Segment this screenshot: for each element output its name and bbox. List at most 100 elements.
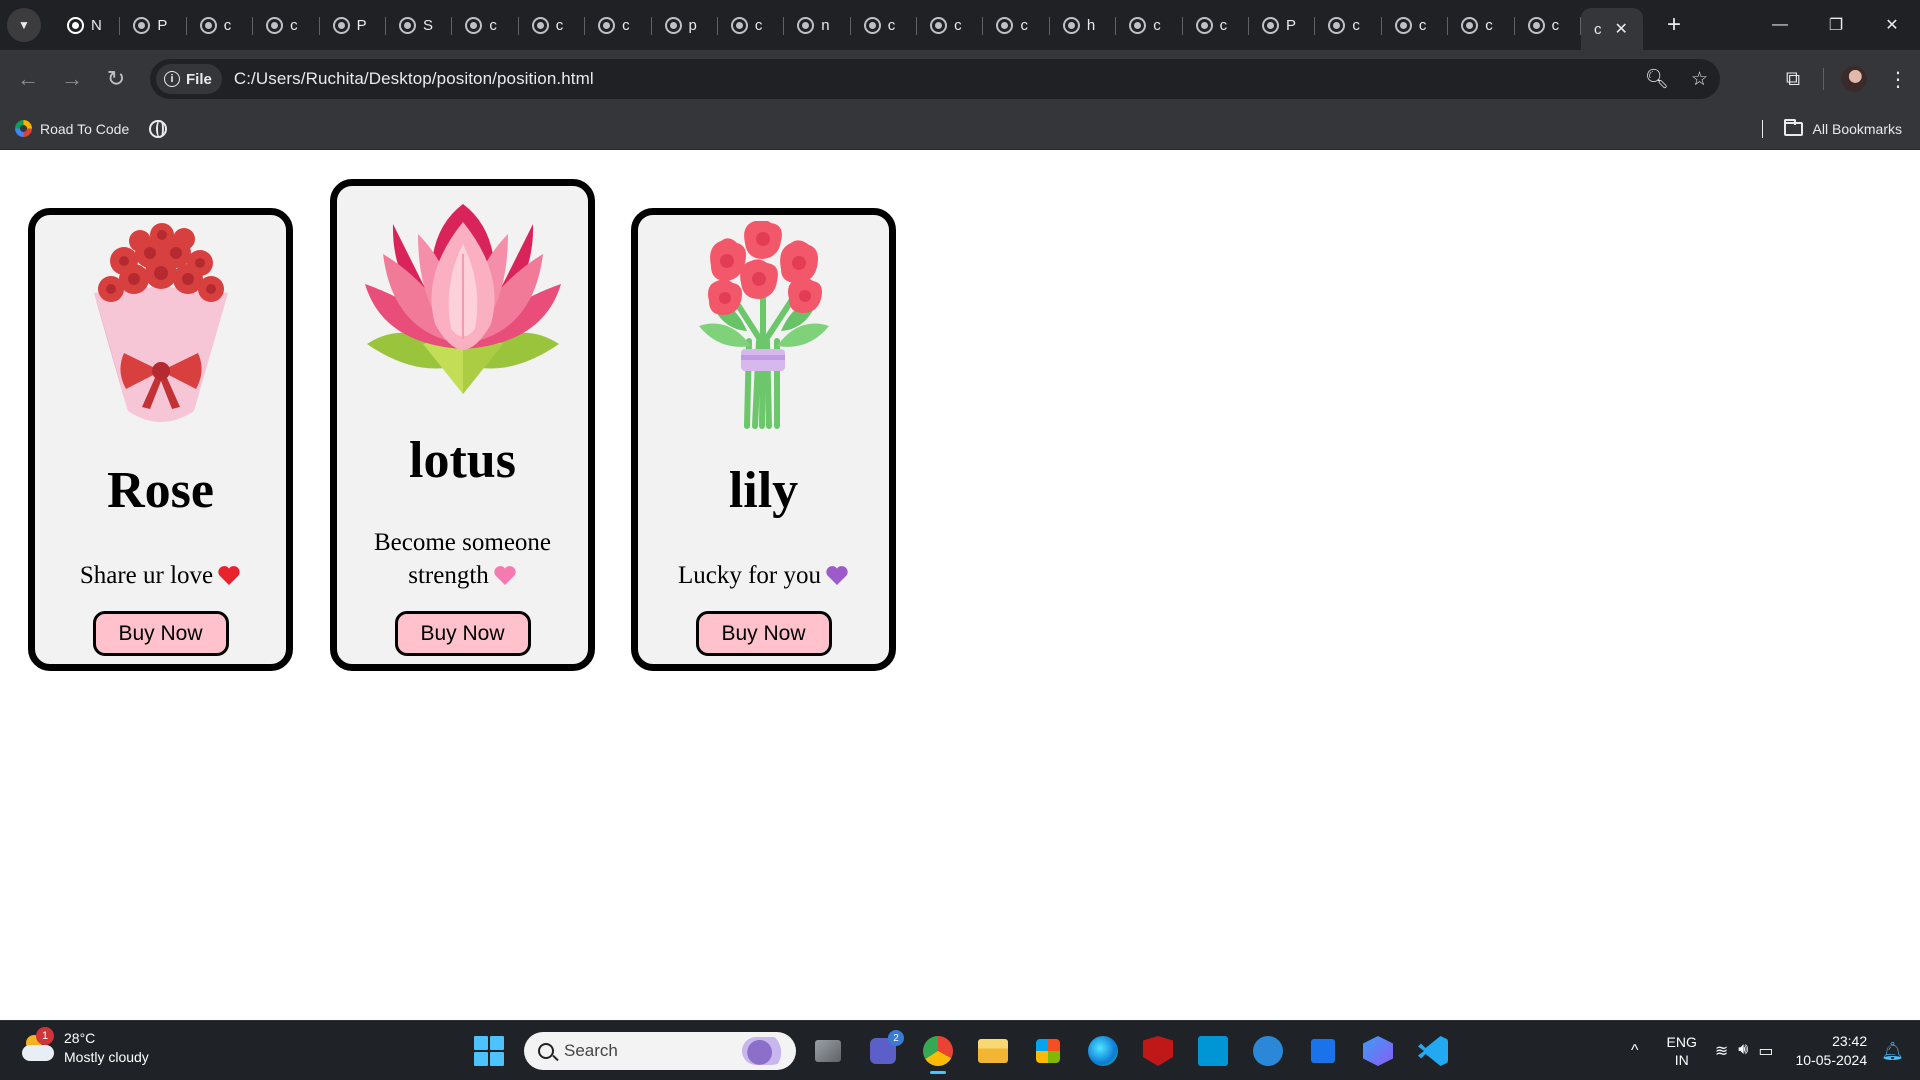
azure-vpn-icon[interactable]	[1300, 1028, 1346, 1074]
notification-bell-icon[interactable]: 🔔︎	[1881, 1041, 1904, 1062]
browser-tab[interactable]: p	[652, 0, 719, 50]
quick-settings[interactable]: ≋ 🔊︎ ▭	[1715, 1041, 1774, 1061]
globe-favicon-icon	[1394, 16, 1412, 34]
buy-now-button[interactable]: Buy Now	[394, 611, 531, 656]
url-text[interactable]: C:/Users/Ruchita/Desktop/positon/positio…	[234, 69, 594, 89]
profile-button[interactable]	[1832, 57, 1876, 101]
extensions-button[interactable]: ⧉	[1771, 57, 1815, 101]
restore-button[interactable]: ❐	[1808, 0, 1864, 50]
all-bookmarks-button[interactable]: All Bookmarks	[1761, 108, 1902, 150]
windows-start-icon[interactable]	[474, 1036, 504, 1066]
tab-title: c	[1219, 16, 1228, 34]
reload-icon: ↻	[106, 66, 126, 91]
browser-tab[interactable]: c	[851, 0, 918, 50]
teams-icon[interactable]: 2	[860, 1028, 906, 1074]
browser-tab[interactable]: n	[784, 0, 852, 50]
globe-favicon-icon	[133, 16, 151, 34]
site-info-label: File	[186, 70, 212, 88]
mcafee-icon[interactable]	[1135, 1028, 1181, 1074]
menu-button[interactable]: ⋮	[1876, 57, 1920, 101]
tab-title: c	[1551, 16, 1560, 34]
road-to-code-logo-icon	[15, 120, 32, 137]
globe-favicon-icon	[797, 16, 815, 34]
tab-search-button[interactable]: ▼	[7, 8, 41, 42]
buy-now-button[interactable]: Buy Now	[92, 611, 229, 656]
bookmark-star-icon[interactable]: ☆	[1691, 68, 1708, 91]
weather-text: 28°C Mostly cloudy	[64, 1029, 149, 1067]
browser-tab[interactable]: P	[320, 0, 387, 50]
browser-tab[interactable]: h	[1050, 0, 1117, 50]
reload-button[interactable]: ↻	[94, 57, 138, 101]
address-bar[interactable]: i File C:/Users/Ruchita/Desktop/positon/…	[150, 59, 1720, 99]
chrome-icon[interactable]	[915, 1028, 961, 1074]
browser-tab[interactable]: c	[917, 0, 984, 50]
browser-tab[interactable]: c	[718, 0, 785, 50]
folder-icon	[1783, 119, 1803, 136]
copilot-icon[interactable]	[1355, 1028, 1401, 1074]
all-bookmarks-label: All Bookmarks	[1812, 121, 1902, 137]
globe-favicon-icon	[1062, 16, 1080, 34]
cloud-shape	[22, 1045, 54, 1061]
browser-tab[interactable]: c	[983, 0, 1051, 50]
minimize-button[interactable]: —	[1752, 0, 1808, 50]
edge-icon[interactable]	[1080, 1028, 1126, 1074]
clock[interactable]: 23:42 10-05-2024	[1796, 1032, 1868, 1070]
browser-tab[interactable]: c	[452, 0, 520, 50]
tab-title: c	[954, 16, 962, 34]
browser-tab[interactable]: c	[1183, 0, 1250, 50]
site-info-chip[interactable]: i File	[156, 64, 222, 94]
chevron-up-icon[interactable]: ^	[1631, 1042, 1639, 1060]
myhp-icon[interactable]	[1190, 1028, 1236, 1074]
browser-tab[interactable]: P	[120, 0, 188, 50]
browser-tab[interactable]: c	[519, 0, 586, 50]
tab-title: c	[555, 16, 564, 34]
lily-bouquet-image	[638, 221, 889, 431]
globe-favicon-icon	[996, 16, 1014, 34]
globe-favicon-icon	[863, 16, 881, 34]
restore-icon: ❐	[1828, 17, 1844, 34]
taskbar-search[interactable]: Search	[524, 1032, 796, 1070]
back-button[interactable]: ←	[6, 57, 50, 101]
forward-button[interactable]: →	[50, 57, 94, 101]
close-window-button[interactable]: ✕	[1864, 0, 1920, 50]
browser-tab[interactable]: c	[1448, 0, 1515, 50]
system-tray: ^ ENG IN ≋ 🔊︎ ▭ 23:42 10-05-2024 🔔︎	[1631, 1021, 1920, 1080]
globe-favicon-icon	[1527, 16, 1545, 34]
description-text: Lucky for you	[677, 562, 822, 589]
browser-tab[interactable]: c	[1515, 0, 1582, 50]
vscode-icon[interactable]	[1410, 1028, 1456, 1074]
volume-icon: 🔊︎	[1738, 1041, 1749, 1058]
globe-bookmark-icon[interactable]	[149, 119, 168, 138]
browser-tab-active[interactable]: c ✕	[1580, 8, 1643, 50]
card-description: Lucky for you	[638, 559, 889, 592]
bookmark-road-to-code[interactable]: Road To Code	[15, 120, 129, 137]
zoom-icon[interactable]: 🔍︎	[1645, 67, 1669, 91]
heart-icon	[494, 566, 516, 585]
buy-now-button[interactable]: Buy Now	[695, 611, 832, 656]
globe-favicon-icon	[1129, 16, 1147, 34]
browser-tab[interactable]: c	[1382, 0, 1449, 50]
tab-title: h	[1086, 16, 1096, 34]
task-view-icon[interactable]	[805, 1028, 851, 1074]
language-indicator[interactable]: ENG IN	[1667, 1033, 1697, 1069]
browser-tab[interactable]: c	[1116, 0, 1184, 50]
browser-tab[interactable]: c	[187, 0, 254, 50]
browser-tab[interactable]: N	[54, 0, 121, 50]
new-tab-button[interactable]: +	[1667, 11, 1681, 39]
browser-tab[interactable]: S	[386, 0, 453, 50]
globe-favicon-icon	[531, 16, 549, 34]
tab-title: c	[223, 16, 232, 34]
browser-tab[interactable]: c	[253, 0, 320, 50]
globe-favicon-icon	[930, 16, 948, 34]
browser-tab[interactable]: c	[1315, 0, 1383, 50]
browser-tab[interactable]: c	[585, 0, 652, 50]
file-explorer-icon[interactable]	[970, 1028, 1016, 1074]
browser-tab[interactable]: P	[1249, 0, 1316, 50]
arrow-left-icon: ←	[17, 66, 39, 91]
tab-strip: ▼ N Pc c P Sc c c p c n c c c h c c Pc c c c c ✕ + — ❐ ✕	[0, 0, 1920, 50]
description-text: Share ur love	[79, 562, 214, 589]
get-help-icon[interactable]	[1245, 1028, 1291, 1074]
weather-widget[interactable]: 1 28°C Mostly cloudy	[20, 1027, 149, 1067]
tab-close-icon[interactable]: ✕	[1614, 19, 1627, 39]
microsoft-store-icon[interactable]	[1025, 1028, 1071, 1074]
